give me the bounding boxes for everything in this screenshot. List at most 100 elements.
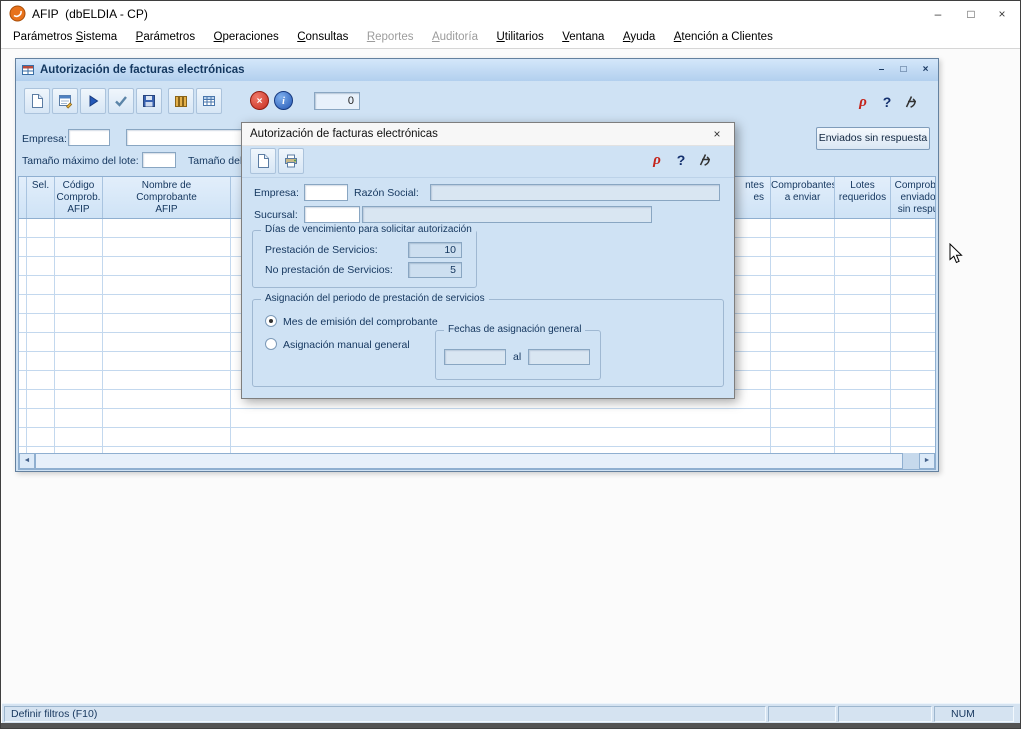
grid-header-cell[interactable]: Comprobaenviadosin respu <box>891 177 936 218</box>
child-minimize-button[interactable]: – <box>874 63 889 78</box>
status-panel <box>768 706 836 722</box>
menu-parametros[interactable]: Parámetros <box>129 27 202 48</box>
grid-header-cell[interactable]: CódigoComprob.AFIP <box>55 177 103 218</box>
grid-cell <box>835 219 891 237</box>
help-icon[interactable]: ? <box>876 90 898 114</box>
autorizacion-dialog: Autorización de facturas electrónicas × … <box>241 122 735 399</box>
menu-parametros-sistema[interactable]: Parámetros Sistema <box>6 27 124 48</box>
scroll-left-icon[interactable]: ◄ <box>19 453 35 469</box>
grid-cell <box>19 257 27 275</box>
scroll-right-icon[interactable]: ► <box>919 453 935 469</box>
vencimiento-group-title: Días de vencimiento para solicitar autor… <box>261 224 476 235</box>
menu-utilitarios[interactable]: Utilitarios <box>489 27 550 48</box>
menu-consultas[interactable]: Consultas <box>290 27 355 48</box>
menu-auditoria: Auditoría <box>425 27 485 48</box>
grid-header-cell[interactable]: Sel. <box>27 177 55 218</box>
grid-header-cell[interactable]: Comprobantesa enviar <box>771 177 835 218</box>
print-button[interactable] <box>278 148 304 174</box>
grid-cell <box>891 333 936 351</box>
new-document-button[interactable] <box>250 148 276 174</box>
grid-cell <box>55 409 103 427</box>
grid-header-cell[interactable] <box>19 177 27 218</box>
empresa-label: Empresa: <box>22 133 67 145</box>
menu-label: istema <box>83 31 117 43</box>
hotkeys-icon[interactable] <box>900 90 922 114</box>
grid-cell <box>835 333 891 351</box>
prestacion-label: Prestación de Servicios: <box>265 244 378 256</box>
save-button[interactable] <box>136 88 162 114</box>
child-titlebar: Autorización de facturas electrónicas – … <box>16 59 938 81</box>
hotkeys-icon[interactable] <box>694 148 716 172</box>
grid-cell <box>27 333 55 351</box>
scrollbar-thumb[interactable] <box>35 453 903 469</box>
new-document-button[interactable] <box>24 88 50 114</box>
grid-header-cell[interactable]: Nombre deComprobanteAFIP <box>103 177 231 218</box>
grid-cell <box>27 219 55 237</box>
horizontal-scrollbar[interactable]: ◄ ► <box>19 453 935 469</box>
cancel-icon[interactable]: × <box>250 91 269 110</box>
status-panel <box>838 706 932 722</box>
fechas-group-title: Fechas de asignación general <box>444 324 585 335</box>
grid-cell <box>103 390 231 408</box>
close-button[interactable]: × <box>986 1 1018 27</box>
grid-cell <box>55 352 103 370</box>
radio-asignacion-manual[interactable] <box>265 338 277 350</box>
menu-accel: C <box>297 31 305 43</box>
grid-cell <box>27 428 55 446</box>
empresa-code-input[interactable] <box>68 129 110 146</box>
grid-cell <box>835 276 891 294</box>
empresa-label: Empresa: <box>254 187 299 199</box>
grid-cell <box>19 333 27 351</box>
properties-button[interactable] <box>52 88 78 114</box>
grid-cell <box>103 219 231 237</box>
grid-cell <box>231 409 771 427</box>
menu-accel: A <box>432 31 440 43</box>
save-icon <box>141 93 157 109</box>
grid-cell <box>835 428 891 446</box>
dialog-close-button[interactable]: × <box>700 123 734 146</box>
menu-ventana[interactable]: Ventana <box>555 27 611 48</box>
menu-ayuda[interactable]: Ayuda <box>616 27 662 48</box>
lote-size-input[interactable] <box>142 152 176 168</box>
export-grid-button[interactable] <box>196 88 222 114</box>
grid-header-cell[interactable]: Lotesrequeridos <box>835 177 891 218</box>
confirm-button[interactable] <box>108 88 134 114</box>
prestacion-dias-value[interactable]: 10 <box>408 242 462 258</box>
sucursal-name-input <box>362 206 652 223</box>
menu-operaciones[interactable]: Operaciones <box>207 27 286 48</box>
menu-atencion-clientes[interactable]: Atención a Clientes <box>667 27 780 48</box>
help-icon[interactable]: ? <box>670 148 692 172</box>
dialog-title: Autorización de facturas electrónicas <box>250 128 438 140</box>
empresa-input[interactable] <box>304 184 348 201</box>
lote-partial-label: Tamaño del <box>188 155 242 167</box>
run-icon <box>85 93 101 109</box>
minimize-button[interactable]: – <box>922 1 954 27</box>
menu-label: Parámetros <box>13 31 76 43</box>
grid-cell <box>55 428 103 446</box>
radio-mes-emision-label[interactable]: Mes de emisión del comprobante <box>283 316 438 328</box>
child-window-title: Autorización de facturas electrónicas <box>40 64 245 76</box>
grid-cell <box>103 428 231 446</box>
filter-icon[interactable]: ρ <box>646 148 668 172</box>
print-icon <box>283 153 299 169</box>
radio-asignacion-manual-label[interactable]: Asignación manual general <box>283 339 410 351</box>
new-document-icon <box>255 153 271 169</box>
child-restore-button[interactable]: □ <box>896 63 911 78</box>
grid-cell <box>27 314 55 332</box>
statusbar: Definir filtros (F10) NUM <box>2 703 1021 723</box>
no-prestacion-dias-value[interactable]: 5 <box>408 262 462 278</box>
run-button[interactable] <box>80 88 106 114</box>
grid-cell <box>55 295 103 313</box>
grid-cell <box>891 314 936 332</box>
maximize-button[interactable]: □ <box>955 1 987 27</box>
window-frame <box>1 723 1020 729</box>
enviados-sin-respuesta-button[interactable]: Enviados sin respuesta <box>816 127 930 150</box>
filter-icon[interactable]: ρ <box>852 90 874 114</box>
child-close-button[interactable]: × <box>918 63 933 78</box>
sucursal-code-input[interactable] <box>304 206 360 223</box>
grid-cell <box>103 409 231 427</box>
columns-button[interactable] <box>168 88 194 114</box>
radio-mes-emision[interactable] <box>265 315 277 327</box>
grid-cell <box>771 276 835 294</box>
info-icon[interactable]: i <box>274 91 293 110</box>
